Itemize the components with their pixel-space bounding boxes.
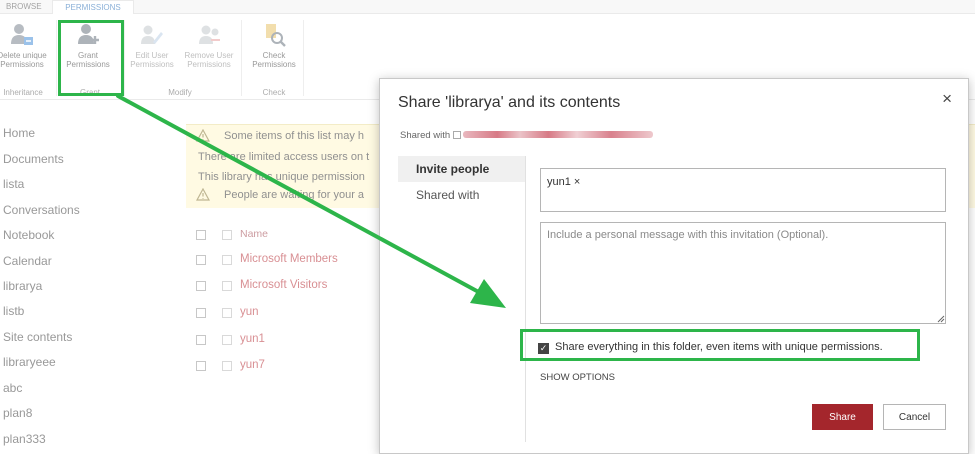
dialog-title: Share 'librarya' and its contents [398,94,621,111]
cancel-button[interactable]: Cancel [883,404,946,430]
share-everything-highlight [520,329,920,361]
invitee-chip[interactable]: yun1 × [547,176,580,188]
grant-permissions-highlight [58,20,124,96]
invite-people-input[interactable]: yun1 × [540,168,946,212]
share-dialog: Share 'librarya' and its contents × Shar… [379,78,969,454]
blurred-user-names[interactable] [463,131,654,138]
personal-message-field[interactable] [540,222,946,324]
resize-grip-icon[interactable] [937,315,945,323]
shared-with-label: Shared with [400,130,451,141]
shared-with-checkbox [453,131,462,139]
close-icon[interactable]: × [942,89,952,109]
shared-with-summary: Shared with [400,130,654,141]
show-options-link[interactable]: SHOW OPTIONS [540,372,615,383]
share-button[interactable]: Share [812,404,873,430]
tab-invite-people[interactable]: Invite people [398,156,525,182]
tab-shared-with[interactable]: Shared with [398,182,525,208]
dialog-nav: Invite people Shared with [398,156,526,442]
